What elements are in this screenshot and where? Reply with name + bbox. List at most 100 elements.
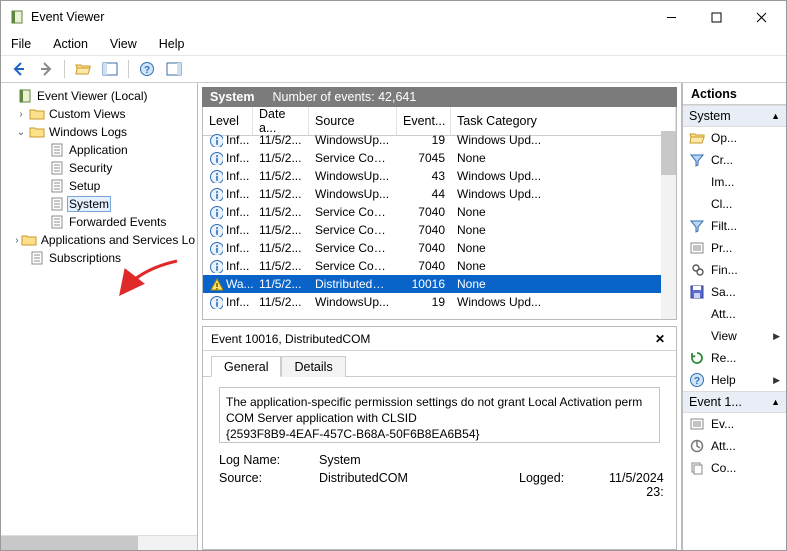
actions-title: Actions <box>683 83 786 105</box>
cell-category: None <box>451 151 676 165</box>
minimize-button[interactable] <box>649 2 694 32</box>
folder-icon <box>21 232 37 248</box>
layout-button-1[interactable] <box>98 58 122 80</box>
tree-root[interactable]: Event Viewer (Local) <box>1 87 197 105</box>
log-count: Number of events: 42,641 <box>272 90 416 104</box>
collapse-icon[interactable]: ▲ <box>771 397 780 407</box>
tree-node[interactable]: Subscriptions <box>1 249 197 267</box>
expander-icon[interactable]: › <box>15 109 27 120</box>
table-row[interactable]: Inf...11/5/2...WindowsUp...44Windows Upd… <box>203 185 676 203</box>
cell-level: Inf... <box>226 187 249 201</box>
table-header[interactable]: Level Date a... Source Event... Task Cat… <box>203 107 676 131</box>
action-label: Pr... <box>711 241 732 255</box>
col-category[interactable]: Task Category <box>451 107 676 136</box>
folder-open-icon <box>689 130 705 146</box>
event-table[interactable]: Level Date a... Source Event... Task Cat… <box>202 107 677 320</box>
show-tree-button[interactable] <box>71 58 95 80</box>
cell-category: None <box>451 223 676 237</box>
tree-node[interactable]: Setup <box>1 177 197 195</box>
cell-date: 11/5/2... <box>253 241 309 255</box>
tree-label: System <box>67 196 111 212</box>
menu-help[interactable]: Help <box>155 36 189 52</box>
actions-section-event[interactable]: Event 1...▲ <box>683 391 786 413</box>
table-row[interactable]: Inf...11/5/2...WindowsUp...19Windows Upd… <box>203 293 676 311</box>
table-row[interactable]: Inf...11/5/2...Service Cont...7040None <box>203 221 676 239</box>
blank-icon <box>689 174 705 190</box>
menu-file[interactable]: File <box>7 36 35 52</box>
horizontal-scrollbar[interactable] <box>1 535 197 550</box>
action-item[interactable]: Sa... <box>683 281 786 303</box>
expander-icon[interactable]: › <box>15 235 19 246</box>
info-icon <box>209 295 223 309</box>
action-item[interactable]: Fin... <box>683 259 786 281</box>
action-item[interactable]: View▶ <box>683 325 786 347</box>
log-icon <box>49 160 65 176</box>
tree-node[interactable]: Forwarded Events <box>1 213 197 231</box>
table-row[interactable]: Inf...11/5/2...WindowsUp...43Windows Upd… <box>203 167 676 185</box>
navigation-tree[interactable]: Event Viewer (Local) ›Custom Views⌄Windo… <box>1 83 198 550</box>
action-item[interactable]: Re... <box>683 347 786 369</box>
layout-button-2[interactable] <box>162 58 186 80</box>
center-pane: System Number of events: 42,641 Level Da… <box>198 83 682 550</box>
info-icon <box>209 187 223 201</box>
action-label: Sa... <box>711 285 736 299</box>
cell-date: 11/5/2... <box>253 205 309 219</box>
vertical-scrollbar[interactable] <box>661 131 676 319</box>
funnel-new-icon <box>689 152 705 168</box>
action-item[interactable]: Help▶ <box>683 369 786 391</box>
actions-pane: Actions System▲ Op...Cr...Im...Cl...Filt… <box>682 83 786 550</box>
cell-eventid: 43 <box>397 169 451 183</box>
tree-node[interactable]: ⌄Windows Logs <box>1 123 197 141</box>
expander-icon[interactable]: ⌄ <box>15 127 27 138</box>
back-button[interactable] <box>7 58 31 80</box>
tree-node[interactable]: ›Applications and Services Lo <box>1 231 197 249</box>
forward-button[interactable] <box>34 58 58 80</box>
maximize-button[interactable] <box>694 2 739 32</box>
collapse-icon[interactable]: ▲ <box>771 111 780 121</box>
col-source[interactable]: Source <box>309 107 397 136</box>
tree-node[interactable]: Application <box>1 141 197 159</box>
table-row[interactable]: Inf...11/5/2...Service Cont...7045None <box>203 149 676 167</box>
cell-level: Inf... <box>226 241 249 255</box>
col-date[interactable]: Date a... <box>253 107 309 136</box>
tree-node[interactable]: ›Custom Views <box>1 105 197 123</box>
cell-eventid: 19 <box>397 133 451 147</box>
action-item[interactable]: Co... <box>683 457 786 479</box>
event-message[interactable]: The application-specific permission sett… <box>219 387 660 443</box>
action-item[interactable]: Cr... <box>683 149 786 171</box>
action-item[interactable]: Op... <box>683 127 786 149</box>
table-row[interactable]: Inf...11/5/2...WindowsUp...19Windows Upd… <box>203 131 676 149</box>
cell-eventid: 7040 <box>397 205 451 219</box>
tree-node[interactable]: Security <box>1 159 197 177</box>
action-item[interactable]: Im... <box>683 171 786 193</box>
menu-view[interactable]: View <box>106 36 141 52</box>
info-icon <box>209 223 223 237</box>
cell-source: Service Cont... <box>309 259 397 273</box>
detail-tabs: General Details <box>203 351 676 377</box>
col-eventid[interactable]: Event... <box>397 107 451 136</box>
tree-node[interactable]: System <box>1 195 197 213</box>
col-level[interactable]: Level <box>203 107 253 136</box>
action-item[interactable]: Att... <box>683 303 786 325</box>
cell-category: None <box>451 205 676 219</box>
help-button[interactable] <box>135 58 159 80</box>
cell-date: 11/5/2... <box>253 169 309 183</box>
action-item[interactable]: Att... <box>683 435 786 457</box>
action-item[interactable]: Cl... <box>683 193 786 215</box>
action-item[interactable]: Ev... <box>683 413 786 435</box>
close-icon[interactable]: ✕ <box>652 331 668 347</box>
tab-details[interactable]: Details <box>281 356 345 377</box>
table-row[interactable]: Inf...11/5/2...Service Cont...7040None <box>203 257 676 275</box>
menu-action[interactable]: Action <box>49 36 92 52</box>
blank-icon <box>689 196 705 212</box>
table-row[interactable]: Inf...11/5/2...Service Cont...7040None <box>203 203 676 221</box>
table-row[interactable]: Inf...11/5/2...Service Cont...7040None <box>203 239 676 257</box>
cell-eventid: 7040 <box>397 241 451 255</box>
close-button[interactable] <box>739 2 784 32</box>
action-item[interactable]: Pr... <box>683 237 786 259</box>
actions-section-system[interactable]: System▲ <box>683 105 786 127</box>
table-row[interactable]: Wa...11/5/2...DistributedC...10016None <box>203 275 676 293</box>
action-item[interactable]: Filt... <box>683 215 786 237</box>
copy-icon <box>689 460 705 476</box>
tab-general[interactable]: General <box>211 356 281 377</box>
